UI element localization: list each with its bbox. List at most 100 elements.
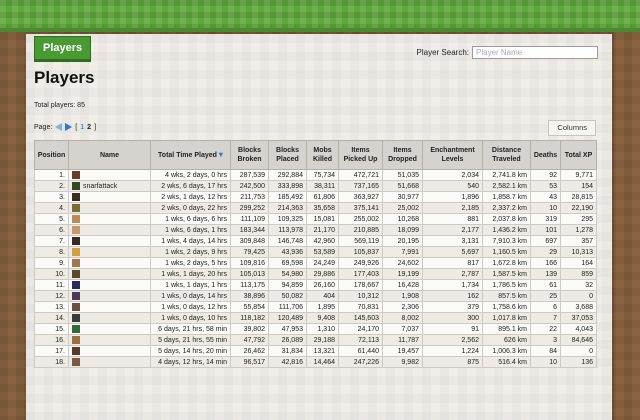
cell-time: 1 wks, 1 days, 20 hrs [150, 268, 231, 280]
page-link-1[interactable]: 1 [80, 124, 84, 131]
cell-ench: 2,787 [422, 268, 483, 280]
cell-dropped: 30,977 [382, 191, 423, 203]
cell-broken: 79,425 [230, 246, 269, 258]
cell-mobs: 75,734 [306, 169, 339, 181]
header-distance-traveled[interactable]: Distance Traveled [482, 140, 531, 170]
cell-picked: 70,831 [338, 301, 383, 313]
cell-deaths: 7 [530, 312, 561, 324]
cell-mobs: 1,895 [306, 301, 339, 313]
player-name-cell [68, 356, 151, 368]
next-page-icon[interactable] [65, 123, 73, 131]
prev-page-icon[interactable] [55, 123, 63, 131]
cell-placed: 292,884 [268, 169, 307, 181]
cell-picked: 375,141 [338, 202, 383, 214]
cell-deaths: 3 [530, 334, 561, 346]
cell-ench: 3,131 [422, 235, 483, 247]
table-row: 5. 1 wks, 6 days, 6 hrs 111,109 109,325 15,0… [34, 213, 597, 225]
player-name[interactable]: snarfattack [83, 183, 117, 190]
search-input[interactable] [472, 46, 598, 59]
cell-dropped: 19,199 [382, 268, 423, 280]
header-items-picked-up[interactable]: Items Picked Up [338, 140, 383, 170]
header-blocks-broken[interactable]: Blocks Broken [230, 140, 269, 170]
player-avatar-icon [72, 237, 80, 245]
header-enchantment-levels[interactable]: Enchantment Levels [422, 140, 483, 170]
table-row: 7. 1 wks, 4 days, 14 hrs 309,848 146,748 42,… [34, 235, 597, 247]
cell-dropped: 51,035 [382, 169, 423, 181]
cell-dist: 1,017.8 km [482, 312, 531, 324]
cell-mobs: 24,249 [306, 257, 339, 269]
cell-dist: 1,436.2 km [482, 224, 531, 236]
header-mobs-killed[interactable]: Mobs Killed [306, 140, 339, 170]
players-tab[interactable]: Players [34, 36, 92, 62]
cell-pos: 3. [34, 191, 69, 203]
cell-xp: 357 [560, 235, 597, 247]
cell-deaths: 29 [530, 246, 561, 258]
bracket-close: ] [94, 123, 97, 131]
table-row: 14. 1 wks, 0 days, 10 hrs 118,182 120,489 9,… [34, 312, 597, 324]
cell-placed: 31,834 [268, 345, 307, 357]
cell-xp: 164 [560, 257, 597, 269]
header-total-time[interactable]: Total Time Played ▾ [150, 140, 231, 170]
cell-ench: 1,224 [422, 345, 483, 357]
cell-picked: 472,721 [338, 169, 383, 181]
player-name-cell [68, 268, 151, 280]
table-row: 16. 5 days, 21 hrs, 55 min 47,792 26,089 29,… [34, 334, 597, 346]
table-row: 6. 1 wks, 6 days, 1 hrs 183,344 113,978 21,1… [34, 224, 597, 236]
header-total-xp[interactable]: Total XP [560, 140, 597, 170]
cell-pos: 6. [34, 224, 69, 236]
player-name-cell [68, 312, 151, 324]
cell-xp: 84,646 [560, 334, 597, 346]
player-avatar-icon [72, 347, 80, 355]
cell-mobs: 15,081 [306, 213, 339, 225]
cell-dropped: 9,982 [382, 356, 423, 368]
cell-broken: 38,896 [230, 290, 269, 302]
cell-broken: 47,792 [230, 334, 269, 346]
cell-time: 4 wks, 2 days, 0 hrs [150, 169, 231, 181]
cell-time: 1 wks, 0 days, 12 hrs [150, 301, 231, 313]
cell-picked: 569,119 [338, 235, 383, 247]
cell-pos: 16. [34, 334, 69, 346]
player-name-cell [68, 323, 151, 335]
cell-pos: 15. [34, 323, 69, 335]
cell-picked: 249,926 [338, 257, 383, 269]
cell-picked: 247,226 [338, 356, 383, 368]
cell-xp: 0 [560, 290, 597, 302]
cell-xp: 22,190 [560, 202, 597, 214]
cell-pos: 12. [34, 290, 69, 302]
cell-xp: 10,313 [560, 246, 597, 258]
cell-broken: 111,109 [230, 213, 269, 225]
cell-dist: 2,337.2 km [482, 202, 531, 214]
cell-deaths: 43 [530, 191, 561, 203]
page-link-2[interactable]: 2 [87, 124, 91, 131]
cell-mobs: 13,321 [306, 345, 339, 357]
cell-time: 2 wks, 6 days, 17 hrs [150, 180, 231, 192]
cell-xp: 0 [560, 345, 597, 357]
columns-button[interactable]: Columns [548, 120, 596, 136]
header-position[interactable]: Position [34, 140, 69, 170]
cell-broken: 211,753 [230, 191, 269, 203]
cell-xp: 3,688 [560, 301, 597, 313]
cell-deaths: 84 [530, 345, 561, 357]
cell-deaths: 166 [530, 257, 561, 269]
cell-placed: 113,978 [268, 224, 307, 236]
sort-down-icon: ▾ [218, 150, 223, 159]
cell-dropped: 11,787 [382, 334, 423, 346]
cell-ench: 875 [422, 356, 483, 368]
header-name[interactable]: Name [68, 140, 151, 170]
cell-mobs: 1,310 [306, 323, 339, 335]
cell-xp: 9,771 [560, 169, 597, 181]
cell-deaths: 22 [530, 323, 561, 335]
header-items-dropped[interactable]: Items Dropped [382, 140, 423, 170]
cell-time: 1 wks, 0 days, 14 hrs [150, 290, 231, 302]
player-name-cell [68, 224, 151, 236]
header-deaths[interactable]: Deaths [530, 140, 561, 170]
cell-deaths: 319 [530, 213, 561, 225]
header-blocks-placed[interactable]: Blocks Placed [268, 140, 307, 170]
cell-placed: 120,489 [268, 312, 307, 324]
cell-placed: 54,980 [268, 268, 307, 280]
cell-mobs: 35,658 [306, 202, 339, 214]
table-row: 11. 1 wks, 1 days, 1 hrs 113,175 94,859 26,1… [34, 279, 597, 291]
cell-time: 1 wks, 4 days, 14 hrs [150, 235, 231, 247]
player-avatar-icon [72, 270, 80, 278]
cell-pos: 14. [34, 312, 69, 324]
